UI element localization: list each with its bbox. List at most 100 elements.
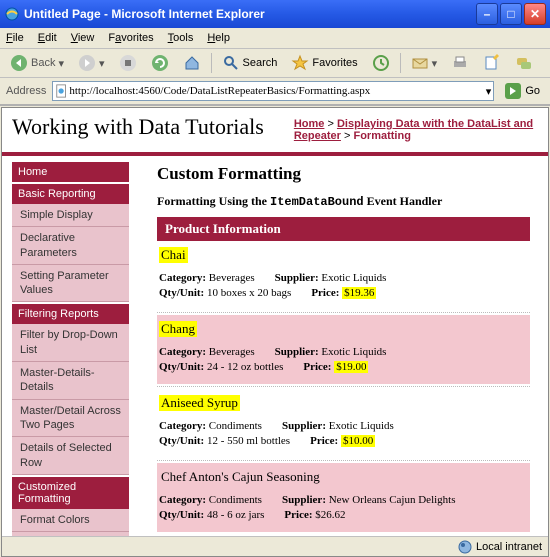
sidebar-item[interactable]: Master/Detail Across Two Pages	[12, 400, 129, 438]
sidebar-item[interactable]: Format Colors	[12, 509, 129, 532]
favorites-label: Favorites	[312, 57, 357, 69]
star-icon	[291, 54, 309, 72]
go-label: Go	[525, 85, 540, 97]
maximize-button[interactable]: □	[500, 3, 522, 25]
divider	[157, 312, 530, 313]
search-button[interactable]: Search	[218, 52, 282, 74]
main-content: Custom Formatting Formatting Using the I…	[137, 156, 548, 548]
product-price-row: Qty/Unit: 24 - 12 oz bottlesPrice: $19.0…	[159, 361, 528, 373]
menu-edit[interactable]: Edit	[38, 32, 57, 44]
status-bar: Local intranet	[2, 536, 548, 556]
product-meta-row: Category: BeveragesSupplier: Exotic Liqu…	[159, 346, 528, 358]
menu-favorites[interactable]: Favorites	[108, 32, 153, 44]
product-item: Chef Anton's Cajun Seasoning Category: Co…	[157, 463, 530, 532]
sidebar-item[interactable]: Filter by Drop-Down List	[12, 324, 129, 362]
window-titlebar: Untitled Page - Microsoft Internet Explo…	[0, 0, 550, 28]
chevron-down-icon: ▾	[432, 57, 438, 70]
address-label: Address	[6, 85, 46, 97]
sidebar-category[interactable]: Home	[12, 162, 129, 182]
security-zone: Local intranet	[458, 540, 542, 554]
menu-help[interactable]: Help	[207, 32, 230, 44]
toolbar: Back ▾ ▾ Search Favorites ▾	[0, 49, 550, 78]
divider	[157, 460, 530, 461]
mail-icon	[411, 54, 429, 72]
go-icon	[504, 82, 522, 100]
sidebar-item[interactable]: Details of Selected Row	[12, 437, 129, 475]
back-button[interactable]: Back ▾	[6, 52, 68, 74]
product-item: Chai Category: BeveragesSupplier: Exotic …	[157, 241, 530, 310]
section-title: Product Information	[157, 217, 530, 241]
mail-button[interactable]: ▾	[407, 52, 442, 74]
sidebar-item[interactable]: Simple Display	[12, 204, 129, 227]
forward-icon	[78, 54, 96, 72]
breadcrumb: Home > Displaying Data with the DataList…	[264, 114, 538, 142]
window-title: Untitled Page - Microsoft Internet Explo…	[24, 7, 476, 21]
page-heading: Custom Formatting	[157, 164, 530, 184]
toolbar-separator	[211, 53, 212, 73]
product-name: Chef Anton's Cajun Seasoning	[159, 469, 322, 485]
edit-button[interactable]	[479, 52, 505, 74]
sidebar-category[interactable]: Filtering Reports	[12, 304, 129, 324]
refresh-icon	[151, 54, 169, 72]
toolbar-separator	[400, 53, 401, 73]
menu-tools[interactable]: Tools	[168, 32, 194, 44]
discuss-button[interactable]	[511, 52, 537, 74]
product-meta-row: Category: CondimentsSupplier: New Orlean…	[159, 494, 528, 506]
home-button[interactable]	[179, 52, 205, 74]
discuss-icon	[515, 54, 533, 72]
intranet-icon	[458, 540, 472, 554]
print-icon	[451, 54, 469, 72]
back-icon	[10, 54, 28, 72]
breadcrumb-home[interactable]: Home	[294, 118, 325, 130]
home-icon	[183, 54, 201, 72]
product-item: Chang Category: BeveragesSupplier: Exotic…	[157, 315, 530, 384]
print-button[interactable]	[447, 52, 473, 74]
menu-bar: File Edit View Favorites Tools Help	[0, 28, 550, 49]
sidebar-category[interactable]: Basic Reporting	[12, 184, 129, 204]
product-item: Aniseed Syrup Category: CondimentsSupplie…	[157, 389, 530, 458]
close-button[interactable]: ✕	[524, 3, 546, 25]
address-box[interactable]: ▾	[52, 81, 494, 101]
sidebar-item[interactable]: Declarative Parameters	[12, 227, 129, 265]
forward-button[interactable]: ▾	[74, 52, 109, 74]
sidebar-item[interactable]: Master-Details-Details	[12, 362, 129, 400]
address-bar: Address ▾ Go	[0, 78, 550, 106]
divider	[157, 386, 530, 387]
page-icon	[55, 84, 69, 98]
sidebar: HomeBasic ReportingSimple DisplayDeclara…	[2, 156, 137, 548]
product-name: Aniseed Syrup	[159, 395, 240, 411]
search-icon	[222, 54, 240, 72]
product-price-row: Qty/Unit: 10 boxes x 20 bagsPrice: $19.3…	[159, 287, 528, 299]
site-title: Working with Data Tutorials	[12, 114, 264, 140]
chevron-down-icon: ▾	[58, 57, 64, 70]
browser-viewport: Working with Data Tutorials Home > Displ…	[1, 107, 549, 557]
chevron-down-icon[interactable]: ▾	[486, 85, 492, 98]
product-price-row: Qty/Unit: 48 - 6 oz jarsPrice: $26.62	[159, 509, 528, 521]
product-meta-row: Category: BeveragesSupplier: Exotic Liqu…	[159, 272, 528, 284]
address-input[interactable]	[69, 85, 485, 97]
go-button[interactable]: Go	[500, 81, 544, 101]
minimize-button[interactable]: –	[476, 3, 498, 25]
product-name: Chai	[159, 247, 188, 263]
chevron-down-icon: ▾	[99, 57, 105, 70]
back-label: Back	[31, 57, 55, 69]
favorites-button[interactable]: Favorites	[287, 52, 361, 74]
ie-icon	[4, 6, 20, 22]
product-name: Chang	[159, 321, 197, 337]
history-button[interactable]	[368, 52, 394, 74]
menu-file[interactable]: File	[6, 32, 24, 44]
product-meta-row: Category: CondimentsSupplier: Exotic Liq…	[159, 420, 528, 432]
menu-view[interactable]: View	[71, 32, 95, 44]
product-price-row: Qty/Unit: 12 - 550 ml bottlesPrice: $10.…	[159, 435, 528, 447]
zone-label: Local intranet	[476, 541, 542, 553]
history-icon	[372, 54, 390, 72]
sidebar-item[interactable]: Setting Parameter Values	[12, 265, 129, 303]
edit-icon	[483, 54, 501, 72]
stop-icon	[119, 54, 137, 72]
sidebar-category[interactable]: Customized Formatting	[12, 477, 129, 509]
page-subheading: Formatting Using the ItemDataBound Event…	[157, 194, 530, 209]
search-label: Search	[243, 57, 278, 69]
stop-button[interactable]	[115, 52, 141, 74]
page-header: Working with Data Tutorials Home > Displ…	[2, 108, 548, 156]
refresh-button[interactable]	[147, 52, 173, 74]
